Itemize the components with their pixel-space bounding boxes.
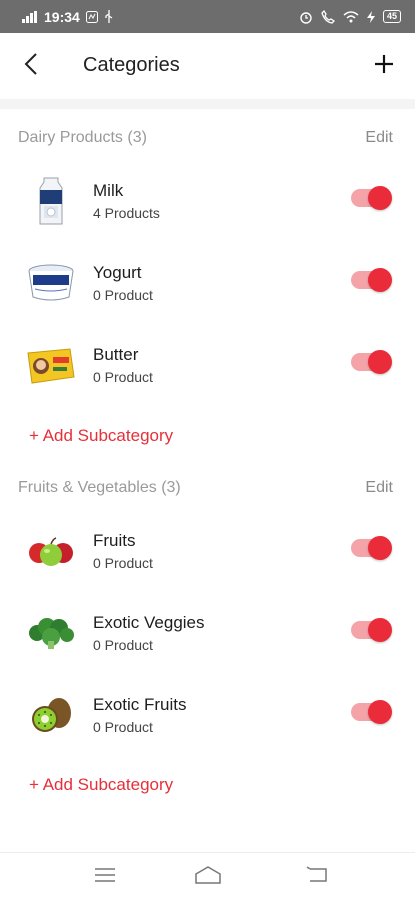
home-icon	[194, 865, 222, 890]
subcategory-count: 4 Products	[93, 205, 160, 221]
fruits-icon	[24, 525, 78, 577]
subcategory-count: 0 Product	[93, 719, 153, 735]
subcategory-name: Fruits	[93, 531, 136, 550]
enable-toggle[interactable]	[351, 350, 392, 374]
category-section-fruits-vegetables: Fruits & Vegetables (3) Edit Fruits 0 Pr…	[0, 479, 415, 794]
section-title: Fruits & Vegetables (3)	[18, 479, 181, 496]
toggle-knob	[368, 186, 392, 210]
page-title: Categories	[83, 54, 180, 76]
butter-pack-icon	[24, 339, 78, 391]
home-nav-button[interactable]	[193, 865, 223, 889]
enable-toggle[interactable]	[351, 536, 392, 560]
signal-icon	[22, 10, 38, 23]
app-header: Categories	[0, 33, 415, 99]
toggle-knob	[368, 700, 392, 724]
toggle-knob	[368, 536, 392, 560]
charging-icon	[366, 10, 375, 23]
subcategory-name: Milk	[93, 181, 124, 200]
subcategory-row[interactable]: Fruits 0 Product	[0, 515, 415, 597]
edit-button[interactable]: Edit	[365, 129, 393, 147]
menu-icon	[94, 867, 116, 888]
enable-toggle[interactable]	[351, 618, 392, 642]
usb-icon	[104, 10, 114, 23]
return-icon	[306, 865, 328, 889]
edit-button[interactable]: Edit	[365, 479, 393, 497]
milk-carton-icon	[24, 175, 78, 227]
alarm-icon	[299, 10, 313, 24]
subcategory-count: 0 Product	[93, 287, 153, 303]
call-icon	[321, 9, 335, 24]
subcategory-count: 0 Product	[93, 637, 153, 653]
toggle-knob	[368, 350, 392, 374]
broccoli-icon	[24, 607, 78, 659]
system-nav-bar	[0, 852, 415, 900]
kiwi-icon	[24, 689, 78, 741]
subcategory-count: 0 Product	[93, 369, 153, 385]
battery-indicator: 45	[382, 10, 401, 23]
notification-icon	[85, 10, 98, 23]
toggle-knob	[368, 618, 392, 642]
subcategory-row[interactable]: Exotic Veggies 0 Product	[0, 597, 415, 679]
status-bar: 19:34 45	[0, 0, 415, 33]
subcategory-name: Butter	[93, 345, 139, 364]
subcategory-row[interactable]: Milk 4 Products	[0, 165, 415, 247]
add-subcategory-button[interactable]: + Add Subcategory	[29, 426, 173, 446]
enable-toggle[interactable]	[351, 700, 392, 724]
chevron-left-icon	[24, 52, 38, 80]
subcategory-row[interactable]: Butter 0 Product	[0, 329, 415, 411]
status-time: 19:34	[44, 8, 80, 25]
plus-icon	[374, 54, 394, 79]
category-section-dairy: Dairy Products (3) Edit Milk 4 Products …	[0, 129, 415, 445]
menu-nav-button[interactable]	[90, 865, 120, 889]
subcategory-name: Yogurt	[93, 263, 142, 282]
subcategory-name: Exotic Fruits	[93, 695, 187, 714]
back-button[interactable]	[14, 49, 48, 83]
add-subcategory-button[interactable]: + Add Subcategory	[29, 775, 173, 795]
add-category-button[interactable]	[367, 49, 401, 83]
back-nav-button[interactable]	[302, 865, 332, 889]
wifi-icon	[343, 10, 359, 23]
enable-toggle[interactable]	[351, 268, 392, 292]
subcategory-name: Exotic Veggies	[93, 613, 205, 632]
subcategory-row[interactable]: Exotic Fruits 0 Product	[0, 679, 415, 761]
yogurt-cup-icon	[24, 257, 78, 309]
section-title: Dairy Products (3)	[18, 129, 147, 146]
enable-toggle[interactable]	[351, 186, 392, 210]
toggle-knob	[368, 268, 392, 292]
subcategory-count: 0 Product	[93, 555, 153, 571]
header-divider	[0, 99, 415, 109]
subcategory-row[interactable]: Yogurt 0 Product	[0, 247, 415, 329]
